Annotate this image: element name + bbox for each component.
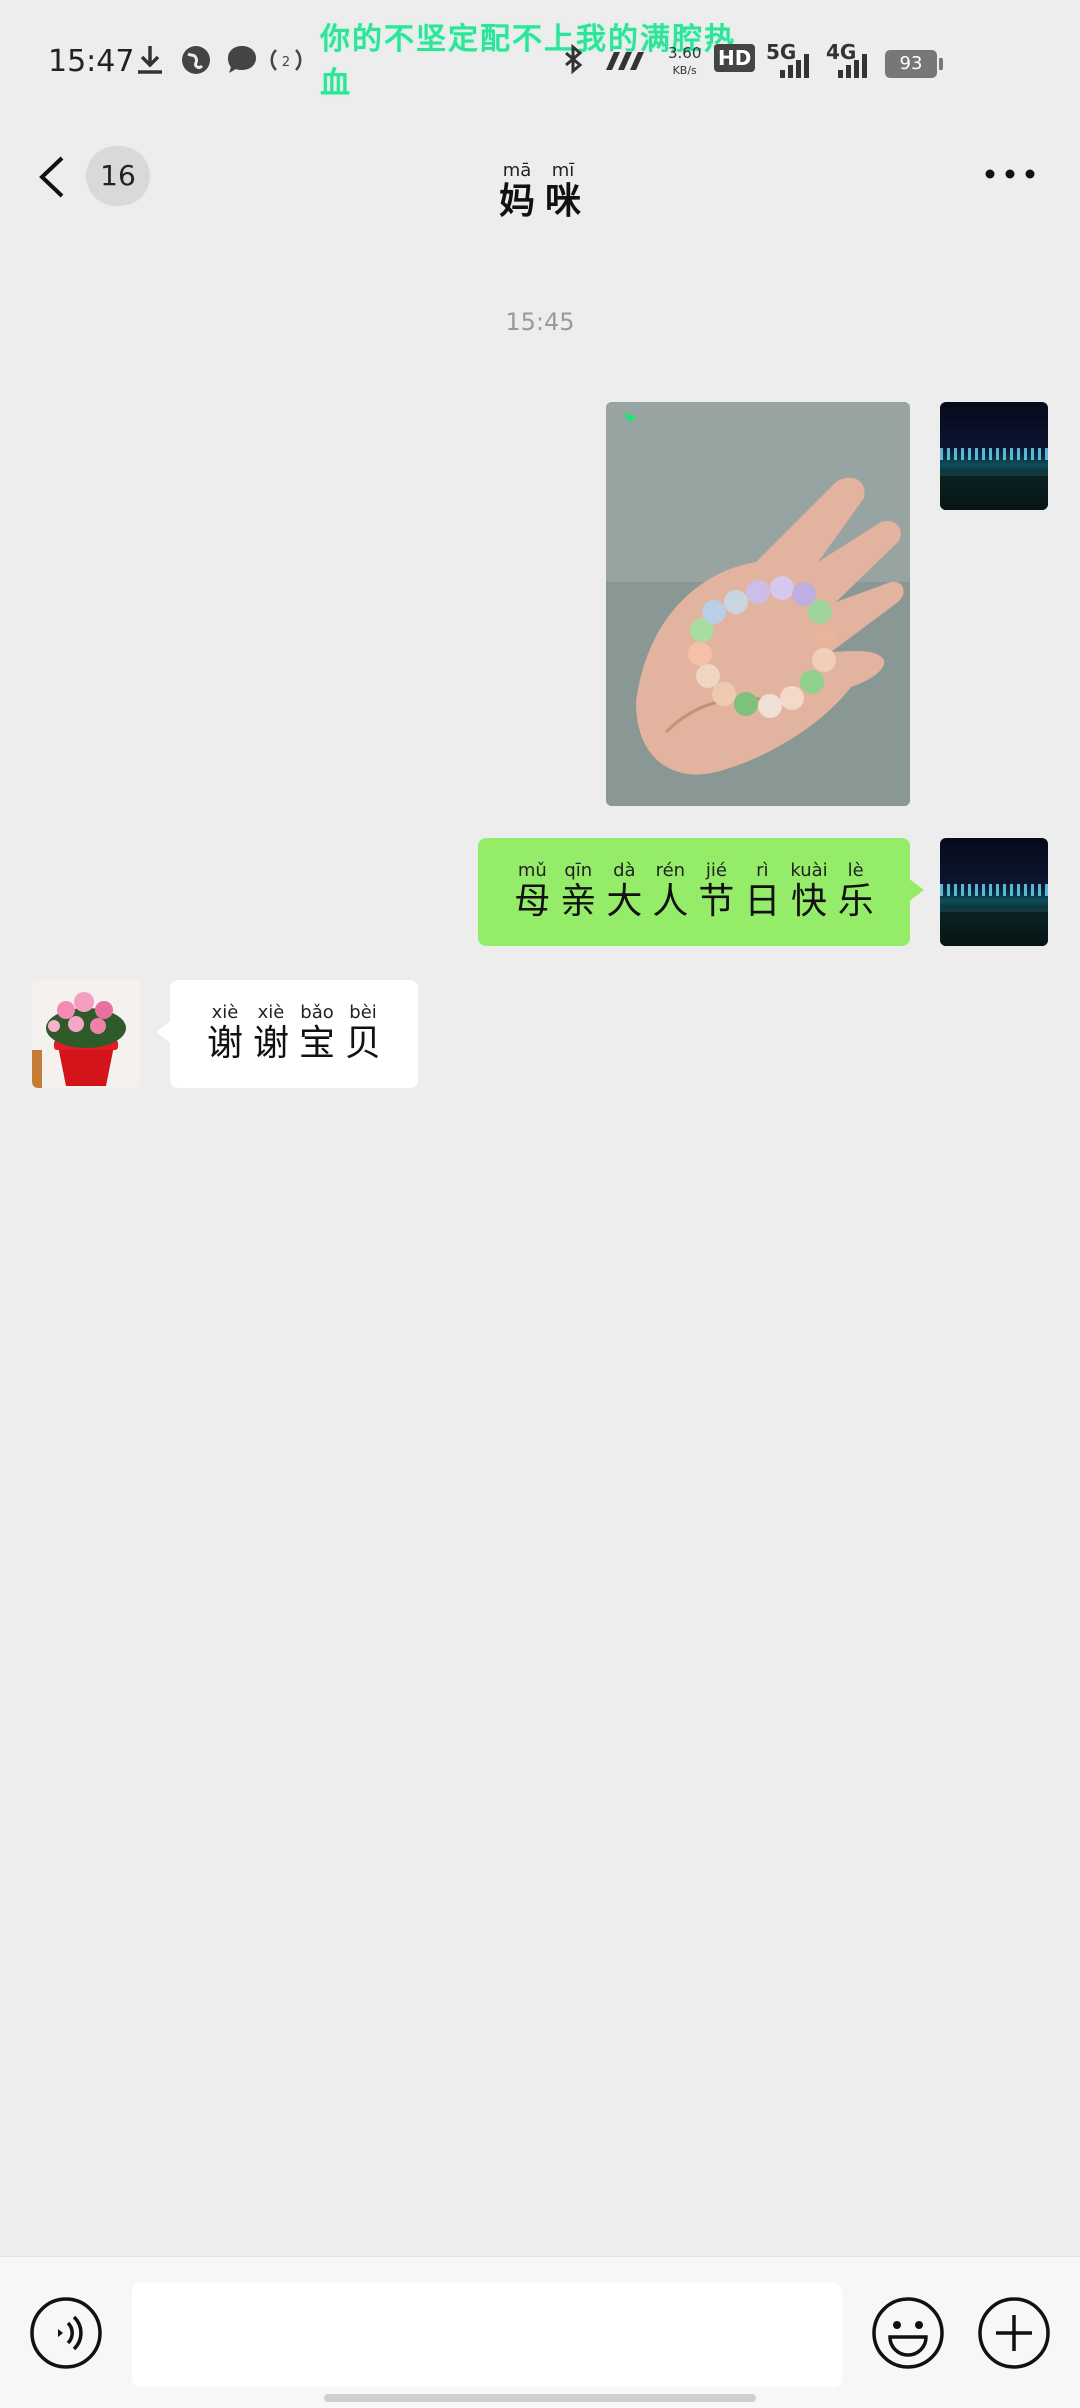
chat-header: 16 mā 妈 mī 咪 (0, 120, 1080, 232)
battery-indicator: 93 (885, 50, 943, 78)
more-options-button[interactable] (980, 154, 1040, 194)
hotspot-icon: 2 (270, 49, 302, 71)
download-icon (138, 46, 162, 74)
received-message-text: xiè 谢 xiè 谢 bǎo 宝 bèi 贝 (206, 1002, 382, 1065)
emoji-button[interactable] (870, 2295, 946, 2371)
sent-message-text: mǔ 母 qīn 亲 dà 大 rén 人 jié 节 rì 日 kuài 快 lè 乐 (514, 860, 874, 923)
sent-message-bubble[interactable]: mǔ 母 qīn 亲 dà 大 rén 人 jié 节 rì 日 kuài 快 lè 乐 (478, 838, 924, 946)
signal-icon (780, 54, 809, 78)
voice-button[interactable] (28, 2295, 104, 2371)
emoji-icon (872, 2297, 944, 2369)
more-functions-button[interactable] (976, 2295, 1052, 2371)
network-speed: 3.60 KB/s (668, 44, 702, 77)
chat-screen: 15:47 2 你的不坚定配不上我的满腔热血 3.60 KB/s HD 5G 4… (0, 0, 1080, 2408)
plus-icon (978, 2297, 1050, 2369)
my-avatar[interactable] (940, 402, 1048, 510)
message-text-input[interactable] (132, 2283, 842, 2387)
flower-pot-image (32, 980, 140, 1088)
sent-image-bracelet[interactable] (606, 402, 910, 806)
contact-name-title: mā 妈 mī 咪 (498, 160, 582, 223)
nfc-icon (606, 52, 644, 70)
status-bar: 15:47 2 你的不坚定配不上我的满腔热血 3.60 KB/s HD 5G 4… (0, 0, 1080, 120)
received-message-bubble[interactable]: xiè 谢 xiè 谢 bǎo 宝 bèi 贝 (156, 980, 418, 1088)
voice-icon (30, 2297, 102, 2369)
home-indicator[interactable] (324, 2394, 756, 2402)
bracelet-photo (606, 402, 910, 806)
status-time: 15:47 (48, 44, 135, 79)
bluetooth-icon (565, 43, 583, 75)
message-icon (228, 46, 256, 73)
my-avatar-2[interactable] (940, 838, 1048, 946)
contact-avatar[interactable] (32, 980, 140, 1088)
message-timestamp: 15:45 (505, 308, 575, 336)
more-dots-icon (985, 169, 1035, 179)
globe-icon (182, 46, 210, 74)
message-input-bar (0, 2256, 1080, 2408)
signal-icon-2 (838, 54, 867, 78)
svg-text:2: 2 (282, 55, 290, 70)
hd-badge: HD (714, 44, 756, 72)
